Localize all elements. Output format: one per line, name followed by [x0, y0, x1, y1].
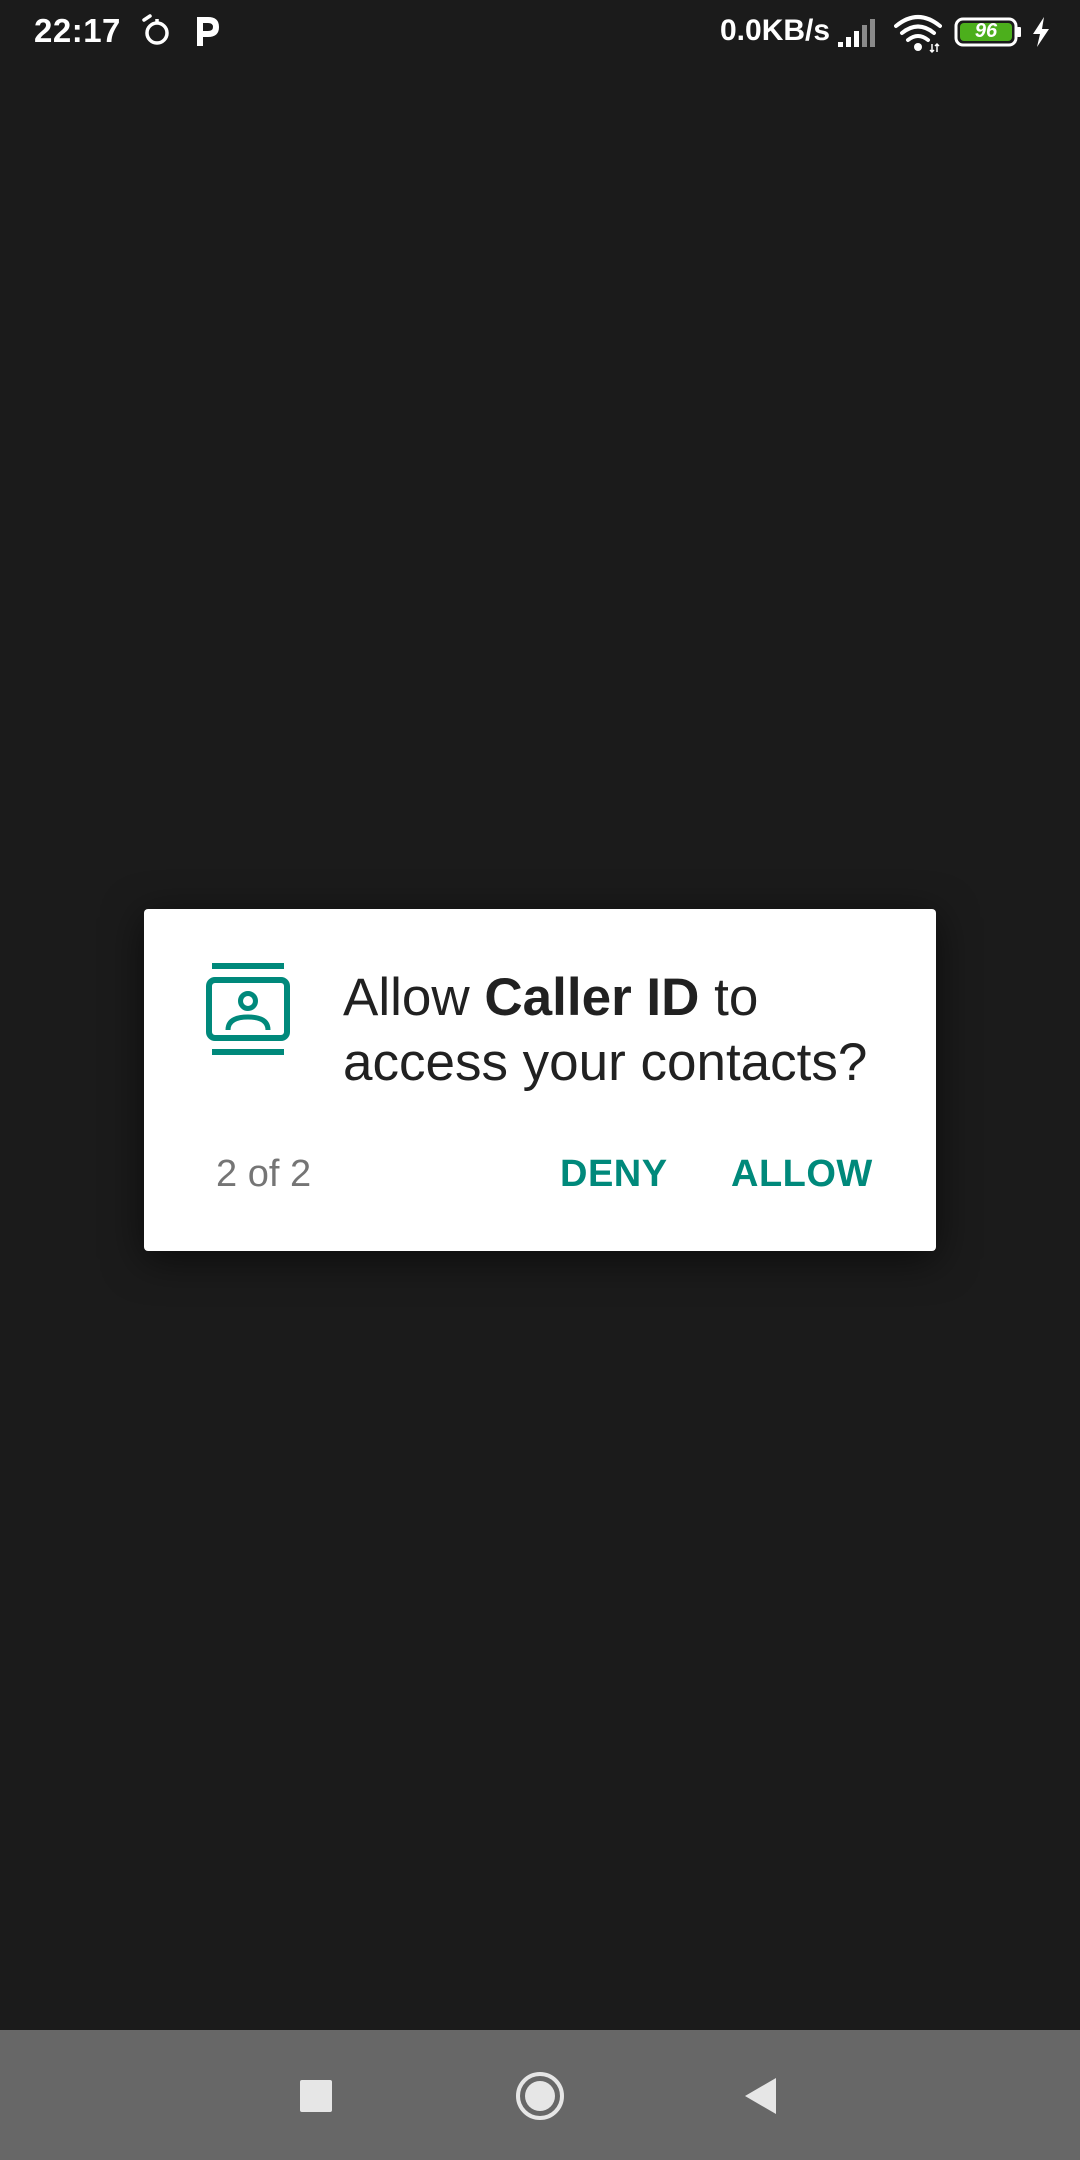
home-icon[interactable] — [514, 2070, 566, 2122]
network-speed: 0.0KB/s — [720, 14, 831, 47]
signal-icon — [838, 19, 875, 47]
screen: 22:17 0.0KB/s 96 Allow Caller ID to acce… — [0, 0, 1080, 2160]
charging-icon — [1033, 17, 1049, 47]
back-icon[interactable] — [742, 2076, 778, 2116]
battery-level: 96 — [974, 20, 998, 42]
parking-app-icon — [197, 17, 219, 46]
wifi-icon — [894, 15, 942, 54]
status-bar: 22:17 0.0KB/s 96 — [0, 0, 1080, 66]
app-name: Caller ID — [484, 968, 700, 1027]
battery-icon: 96 — [954, 16, 1024, 48]
recents-icon[interactable] — [298, 2078, 334, 2114]
status-time: 22:17 — [34, 12, 121, 49]
navigation-bar — [0, 2030, 1080, 2160]
deny-button[interactable]: DENY — [560, 1153, 668, 1196]
dialog-message: Allow Caller ID to access your contacts? — [343, 965, 913, 1095]
permission-counter: 2 of 2 — [216, 1153, 312, 1195]
permission-dialog: Allow Caller ID to access your contacts?… — [144, 909, 936, 1251]
contacts-icon — [206, 963, 290, 1055]
message-prefix: Allow — [343, 968, 485, 1027]
allow-button[interactable]: ALLOW — [731, 1153, 873, 1196]
alarm-icon — [142, 14, 169, 45]
